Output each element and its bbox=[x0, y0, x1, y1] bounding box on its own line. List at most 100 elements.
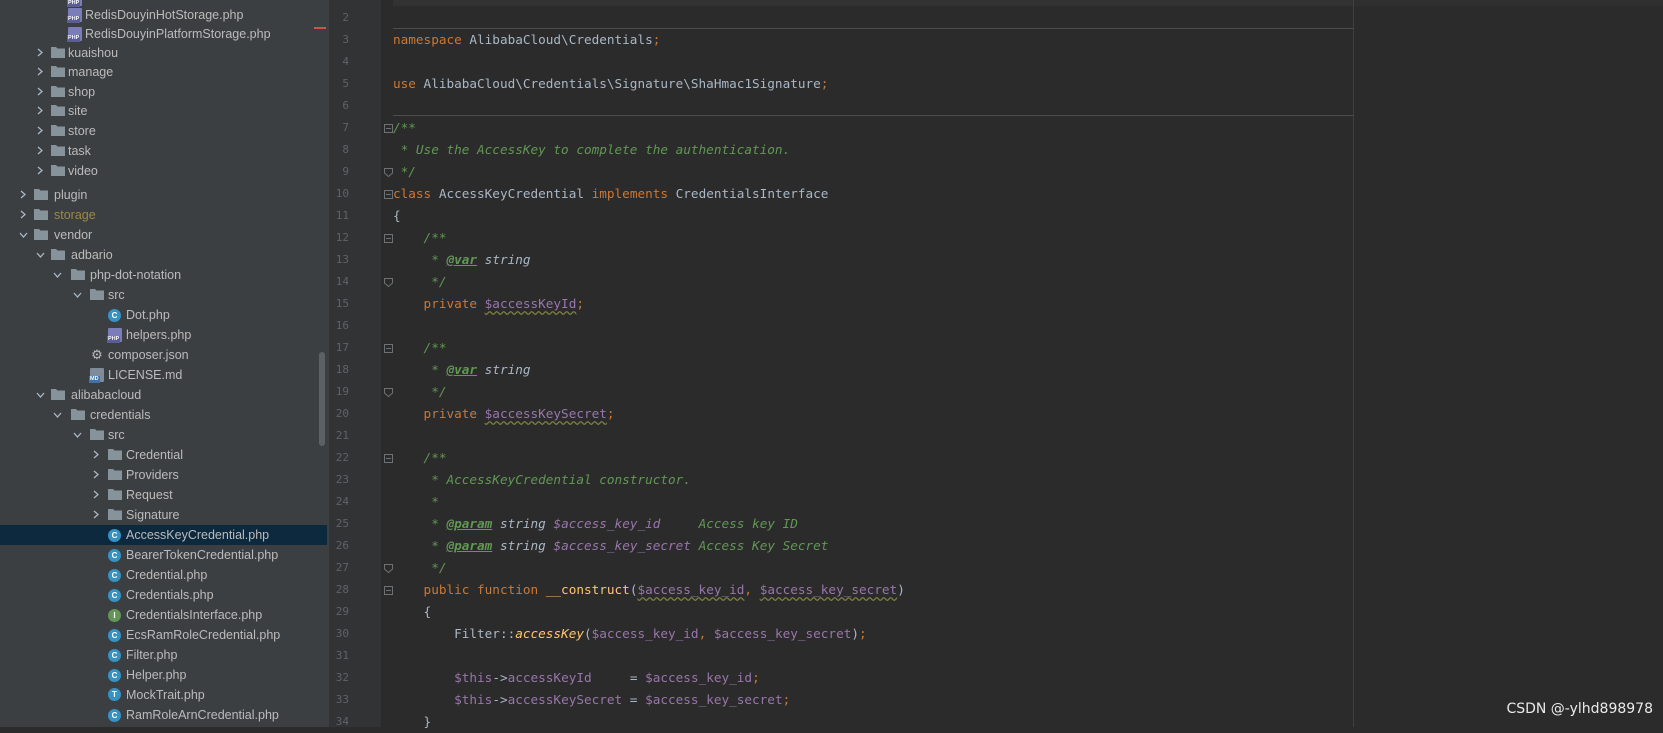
chevron-down-icon[interactable] bbox=[51, 265, 63, 285]
code-line-20[interactable]: private $accessKeySecret; bbox=[393, 403, 615, 425]
chevron-down-icon[interactable] bbox=[17, 225, 29, 245]
chevron-right-icon[interactable] bbox=[17, 205, 29, 225]
tree-item-redisdouyinhotstorage[interactable]: RedisDouyinHotStorage.php bbox=[0, 5, 327, 25]
chevron-right-icon[interactable] bbox=[90, 465, 102, 485]
code-line-28[interactable]: public function __construct($access_key_… bbox=[393, 579, 905, 601]
tree-item-ecsramrolecredential-php[interactable]: C EcsRamRoleCredential.php bbox=[0, 625, 327, 645]
code-line-32[interactable]: $this->accessKeyId = $access_key_id; bbox=[393, 667, 760, 689]
fold-marker-icon[interactable] bbox=[384, 344, 393, 353]
tree-item-helpers-php[interactable]: helpers.php bbox=[0, 325, 327, 345]
chevron-down-icon[interactable] bbox=[51, 405, 63, 425]
code-line-18[interactable]: * @var string bbox=[393, 359, 530, 381]
code-line-8[interactable]: * Use the AccessKey to complete the auth… bbox=[393, 139, 791, 161]
tree-item-adbario[interactable]: adbario bbox=[0, 245, 327, 265]
code-line-17[interactable]: /** bbox=[393, 337, 447, 359]
tree-item-signature[interactable]: Signature bbox=[0, 505, 327, 525]
fold-marker-icon[interactable] bbox=[384, 234, 393, 243]
tree-item-credential-php[interactable]: C Credential.php bbox=[0, 565, 327, 585]
tree-item-storage[interactable]: storage bbox=[0, 205, 327, 225]
tree-item-helper-php[interactable]: C Helper.php bbox=[0, 665, 327, 685]
chevron-right-icon[interactable] bbox=[90, 445, 102, 465]
chevron-right-icon[interactable] bbox=[34, 82, 46, 102]
project-tree[interactable]: RedisDouyinHotStorage.php RedisDouyinPla… bbox=[0, 0, 327, 727]
chevron-right-icon[interactable] bbox=[34, 62, 46, 82]
line-number: 11 bbox=[335, 209, 349, 222]
tree-item-kuaishou[interactable]: kuaishou bbox=[0, 43, 327, 63]
fold-end-icon[interactable] bbox=[384, 388, 393, 397]
tree-item-credentialsinterface-php[interactable]: I CredentialsInterface.php bbox=[0, 605, 327, 625]
tree-item-credential-folder[interactable]: Credential bbox=[0, 445, 327, 465]
chevron-down-icon[interactable] bbox=[34, 245, 46, 265]
tree-item-accesskeycredential-php[interactable]: C AccessKeyCredential.php bbox=[0, 525, 327, 545]
code-line-13[interactable]: * @var string bbox=[393, 249, 530, 271]
tree-item-store[interactable]: store bbox=[0, 121, 327, 141]
tree-item-ramrolearncredential-php[interactable]: C RamRoleArnCredential.php bbox=[0, 705, 327, 725]
tree-item-mocktrait-php[interactable]: T MockTrait.php bbox=[0, 685, 327, 705]
tree-item-redisdouyinplatformstorage[interactable]: RedisDouyinPlatformStorage.php bbox=[0, 24, 327, 44]
chevron-right-icon[interactable] bbox=[34, 121, 46, 141]
chevron-right-icon[interactable] bbox=[34, 161, 46, 181]
chevron-right-icon[interactable] bbox=[34, 43, 46, 63]
code-line-22[interactable]: /** bbox=[393, 447, 447, 469]
chevron-right-icon[interactable] bbox=[90, 485, 102, 505]
tree-item-credentials[interactable]: credentials bbox=[0, 405, 327, 425]
chevron-right-icon[interactable] bbox=[17, 185, 29, 205]
tree-item-video[interactable]: video bbox=[0, 161, 327, 181]
code-line-7[interactable]: /** bbox=[393, 117, 416, 139]
code-line-24[interactable]: * bbox=[393, 491, 439, 513]
code-line-12[interactable]: /** bbox=[393, 227, 447, 249]
chevron-down-icon[interactable] bbox=[34, 385, 46, 405]
code-line-23[interactable]: * AccessKeyCredential constructor. bbox=[393, 469, 691, 491]
tree-item-shop[interactable]: shop bbox=[0, 82, 327, 102]
tree-item-plugin[interactable]: plugin bbox=[0, 185, 327, 205]
chevron-right-icon[interactable] bbox=[90, 505, 102, 525]
chevron-down-icon[interactable] bbox=[71, 425, 83, 445]
fold-end-icon[interactable] bbox=[384, 168, 393, 177]
tree-item-filter-php[interactable]: C Filter.php bbox=[0, 645, 327, 665]
code-line-9[interactable]: */ bbox=[393, 161, 416, 183]
code-line-27[interactable]: */ bbox=[393, 557, 446, 579]
code-line-11[interactable]: { bbox=[393, 205, 401, 227]
fold-marker-icon[interactable] bbox=[384, 586, 393, 595]
code-line-19[interactable]: */ bbox=[393, 381, 446, 403]
tree-item-dot-php[interactable]: C Dot.php bbox=[0, 305, 327, 325]
code-line-30[interactable]: Filter::accessKey($access_key_id, $acces… bbox=[393, 623, 867, 645]
tree-item-label: Signature bbox=[126, 508, 180, 522]
code-line-14[interactable]: */ bbox=[393, 271, 446, 293]
chevron-right-icon[interactable] bbox=[34, 101, 46, 121]
tree-scrollbar[interactable] bbox=[319, 352, 325, 446]
tree-item-src[interactable]: src bbox=[0, 425, 327, 445]
fold-end-icon[interactable] bbox=[384, 564, 393, 573]
doc-star: * bbox=[393, 538, 447, 553]
code-line-26[interactable]: * @param string $access_key_secret Acces… bbox=[393, 535, 828, 557]
chevron-right-icon[interactable] bbox=[34, 141, 46, 161]
code-line-29[interactable]: { bbox=[393, 601, 432, 623]
tree-item-src[interactable]: src bbox=[0, 285, 327, 305]
tree-item-manage[interactable]: manage bbox=[0, 62, 327, 82]
tree-item-composer-json[interactable]: ⚙ composer.json bbox=[0, 345, 327, 365]
code-line-5[interactable]: use AlibabaCloud\Credentials\Signature\S… bbox=[393, 73, 828, 95]
code-line-34[interactable]: } bbox=[393, 711, 432, 733]
tree-item-task[interactable]: task bbox=[0, 141, 327, 161]
tree-item-vendor[interactable]: vendor bbox=[0, 225, 327, 245]
tree-item-label: RedisDouyinPlatformStorage.php bbox=[85, 27, 271, 41]
tree-item-request[interactable]: Request bbox=[0, 485, 327, 505]
chevron-down-icon[interactable] bbox=[71, 285, 83, 305]
code-line-10[interactable]: class AccessKeyCredential implements Cre… bbox=[393, 183, 828, 205]
fold-end-icon[interactable] bbox=[384, 278, 393, 287]
tree-item-php-dot-notation[interactable]: php-dot-notation bbox=[0, 265, 327, 285]
tree-item-license-md[interactable]: LICENSE.md bbox=[0, 365, 327, 385]
tree-item-bearertokencredential-php[interactable]: C BearerTokenCredential.php bbox=[0, 545, 327, 565]
tree-item-site[interactable]: site bbox=[0, 101, 327, 121]
tree-item-providers[interactable]: Providers bbox=[0, 465, 327, 485]
code-line-25[interactable]: * @param string $access_key_id Access ke… bbox=[393, 513, 798, 535]
tree-item-credentials-php[interactable]: C Credentials.php bbox=[0, 585, 327, 605]
tree-item-alibabacloud[interactable]: alibabacloud bbox=[0, 385, 327, 405]
fold-marker-icon[interactable] bbox=[384, 124, 393, 133]
fold-marker-icon[interactable] bbox=[384, 190, 393, 199]
code-line-15[interactable]: private $accessKeyId; bbox=[393, 293, 584, 315]
code-line-3[interactable]: namespace AlibabaCloud\Credentials; bbox=[393, 29, 660, 51]
fold-marker-icon[interactable] bbox=[384, 454, 393, 463]
code-line-33[interactable]: $this->accessKeySecret = $access_key_sec… bbox=[393, 689, 790, 711]
code-editor[interactable] bbox=[381, 0, 1663, 727]
